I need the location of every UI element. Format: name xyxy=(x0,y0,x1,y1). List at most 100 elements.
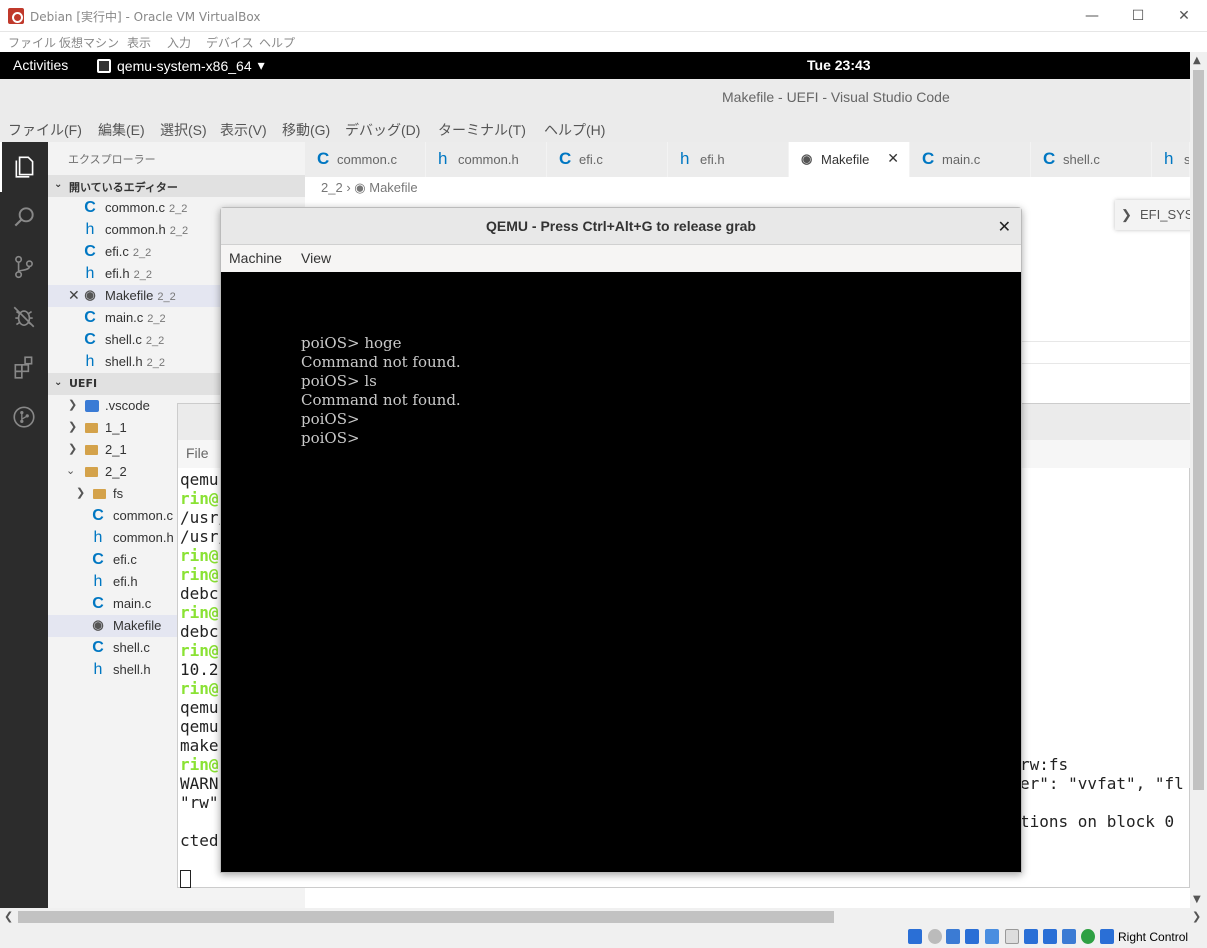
vbox-menu-input[interactable]: 入力 xyxy=(167,34,191,51)
tab-shell-h[interactable]: hsh xyxy=(1152,142,1190,177)
explorer-activity[interactable] xyxy=(0,142,48,192)
video-capture-icon[interactable] xyxy=(1043,929,1057,944)
tab-common-c[interactable]: Ccommon.c xyxy=(305,142,426,177)
vbox-titlebar: Debian [実行中] - Oracle VM VirtualBox — ☐ … xyxy=(0,0,1207,32)
minimize-button[interactable]: — xyxy=(1069,0,1115,32)
shared-folders-icon[interactable] xyxy=(1005,929,1019,944)
virtualization-icon[interactable] xyxy=(1062,929,1076,944)
vbox-menu-help[interactable]: ヘルプ xyxy=(259,34,295,51)
chevron-right-icon: ❯ xyxy=(76,487,86,499)
audio-icon[interactable] xyxy=(946,929,960,944)
open-editor-name: shell.h xyxy=(105,354,143,369)
tree-item-label: 2_2 xyxy=(105,464,127,479)
activities-button[interactable]: Activities xyxy=(13,57,68,73)
chevron-down-icon: ⌄ xyxy=(54,377,63,388)
breadcrumb-file[interactable]: Makefile xyxy=(369,180,417,195)
horizontal-scroll-thumb[interactable] xyxy=(18,911,834,923)
breadcrumb-folder[interactable]: 2_2 xyxy=(321,180,343,195)
tab-makefile[interactable]: ◉ Makefile ✕ xyxy=(789,142,910,177)
c-file-icon: C xyxy=(92,595,104,612)
vertical-scroll-thumb[interactable] xyxy=(1193,70,1204,790)
tab-efi-h[interactable]: h efi.h xyxy=(668,142,789,177)
extensions-activity[interactable] xyxy=(0,342,48,392)
open-editor-name: Makefile xyxy=(105,288,154,303)
hard-disk-icon[interactable] xyxy=(908,929,922,944)
usb-icon[interactable] xyxy=(985,929,999,944)
tree-item-label: efi.h xyxy=(113,574,138,589)
open-editor-name: efi.c xyxy=(105,244,129,259)
search-activity[interactable] xyxy=(0,192,48,242)
horizontal-scrollbar[interactable]: ❮ ❯ xyxy=(0,908,1207,926)
tab-main-c[interactable]: Cmain.c xyxy=(910,142,1031,177)
tab-efi-c[interactable]: Cefi.c xyxy=(547,142,668,177)
qemu-display[interactable]: poiOS> hoge Command not found. poiOS> ls… xyxy=(221,272,1021,872)
c-file-icon: C xyxy=(84,331,96,348)
tree-item-label: 1_1 xyxy=(105,420,127,435)
git-history-activity[interactable] xyxy=(0,392,48,442)
git-graph-icon xyxy=(13,406,35,428)
vscode-menu-debug[interactable]: デバッグ(D) xyxy=(345,120,420,140)
debug-activity[interactable] xyxy=(0,292,48,342)
vbox-menu-file[interactable]: ファイル xyxy=(8,34,56,51)
keyboard-icon[interactable] xyxy=(1100,929,1114,944)
terminal-line: make xyxy=(180,736,219,755)
close-tab-icon[interactable]: ✕ xyxy=(887,150,899,167)
tab-shell-c[interactable]: Cshell.c xyxy=(1031,142,1152,177)
caret-down-icon: ▾ xyxy=(257,57,265,73)
qemu-titlebar[interactable]: QEMU - Press Ctrl+Alt+G to release grab … xyxy=(221,208,1021,245)
tree-item-label: 2_1 xyxy=(105,442,127,457)
vscode-menu-go[interactable]: 移動(G) xyxy=(282,120,330,140)
mouse-integration-icon[interactable] xyxy=(1081,929,1095,944)
vscode-menu-selection[interactable]: 選択(S) xyxy=(160,120,207,140)
vertical-scrollbar[interactable]: ▲ ▼ xyxy=(1190,52,1207,908)
open-editor-tag: 2_2 xyxy=(169,225,189,237)
scroll-up-icon[interactable]: ▲ xyxy=(1193,55,1201,66)
files-icon xyxy=(15,156,34,178)
explorer-title: エクスプローラー xyxy=(68,153,156,166)
vbox-menu-view[interactable]: 表示 xyxy=(127,34,151,51)
terminal-line: qemu xyxy=(180,698,219,717)
vbox-statusbar: Right Control xyxy=(0,926,1207,948)
open-editor-name: common.h xyxy=(105,222,166,237)
chevron-right-icon: ❯ xyxy=(68,399,78,411)
outline-widget[interactable]: ❯ EFI_SYS xyxy=(1115,200,1195,230)
qemu-menu-view[interactable]: View xyxy=(301,250,331,266)
qemu-window[interactable]: QEMU - Press Ctrl+Alt+G to release grab … xyxy=(220,207,1022,873)
network-icon[interactable] xyxy=(965,929,979,944)
close-button[interactable]: ✕ xyxy=(1161,0,1207,32)
terminal-menu-file[interactable]: File xyxy=(186,445,209,461)
folder-icon xyxy=(93,489,106,499)
h-file-icon: h xyxy=(85,353,95,370)
vscode-menu-help[interactable]: ヘルプ(H) xyxy=(544,120,605,140)
tree-item-label: main.c xyxy=(113,596,152,611)
maximize-button[interactable]: ☐ xyxy=(1115,0,1161,32)
vscode-menubar: ファイル(F) 編集(E) 選択(S) 表示(V) 移動(G) デバッグ(D) … xyxy=(0,115,1190,142)
close-editor-icon[interactable]: ✕ xyxy=(68,287,80,304)
scm-activity[interactable] xyxy=(0,242,48,292)
scroll-right-icon[interactable]: ❯ xyxy=(1192,910,1201,923)
qemu-menu-machine[interactable]: Machine xyxy=(229,250,282,266)
scroll-down-icon[interactable]: ▼ xyxy=(1193,894,1201,905)
app-menu[interactable]: qemu-system-x86_64 ▾ xyxy=(97,57,265,74)
h-file-icon: h xyxy=(93,661,103,678)
vbox-window-title: Debian [実行中] - Oracle VM VirtualBox xyxy=(30,10,261,24)
display-icon[interactable] xyxy=(1024,929,1038,944)
tab-label: efi.c xyxy=(579,152,603,167)
scroll-left-icon[interactable]: ❮ xyxy=(4,910,13,923)
vscode-menu-view[interactable]: 表示(V) xyxy=(220,120,267,140)
vscode-menu-terminal[interactable]: ターミナル(T) xyxy=(438,120,526,140)
vbox-menu-devices[interactable]: デバイス xyxy=(206,34,254,51)
h-file-icon: h xyxy=(85,265,95,282)
terminal-line: rin@ xyxy=(180,679,219,698)
folder-open-icon xyxy=(85,467,98,477)
open-editors-header[interactable]: ⌄ 開いているエディター xyxy=(48,175,305,197)
vscode-menu-file[interactable]: ファイル(F) xyxy=(8,120,82,140)
optical-drive-icon[interactable] xyxy=(928,929,942,944)
tab-common-h[interactable]: h common.h xyxy=(426,142,547,177)
tree-item-label: shell.c xyxy=(113,640,150,655)
console-line: poiOS> ls xyxy=(301,372,377,390)
qemu-close-button[interactable]: ✕ xyxy=(998,217,1011,236)
clock[interactable]: Tue 23:43 xyxy=(807,57,871,73)
vscode-menu-edit[interactable]: 編集(E) xyxy=(98,120,145,140)
vbox-menu-machine[interactable]: 仮想マシン xyxy=(59,34,119,51)
